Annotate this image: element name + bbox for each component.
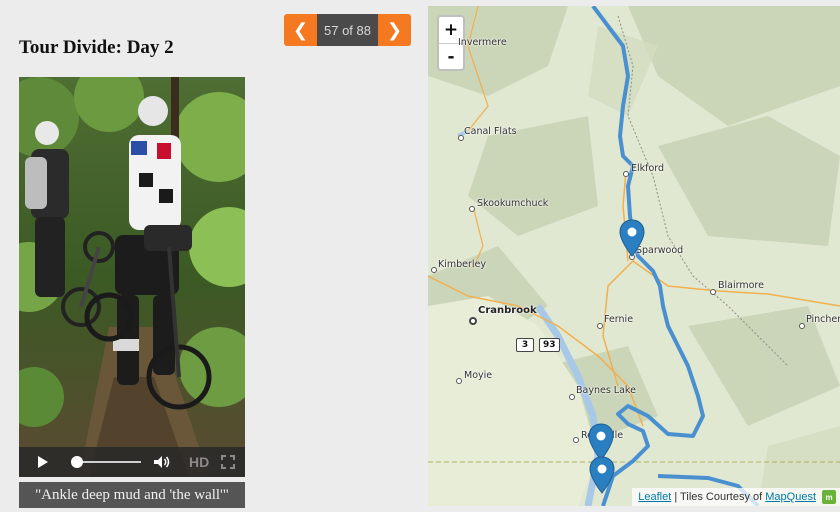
place-label: Blairmore [718,280,764,291]
pager: ❮ 57 of 88 ❯ [284,14,411,46]
page-title: Tour Divide: Day 2 [19,37,174,58]
place-dot [469,317,477,325]
video-player[interactable]: HD [19,77,245,477]
place-label: Canal Flats [464,126,517,137]
place-label: Elkford [631,163,665,174]
next-button[interactable]: ❯ [378,14,411,46]
place-dot [431,267,437,273]
place-label: Cranbrook [478,305,537,316]
mapquest-logo-icon: m [822,490,836,504]
place-dot [573,437,579,443]
place-dot [456,378,462,384]
hd-toggle[interactable]: HD [189,454,209,470]
chevron-left-icon: ❮ [292,19,309,41]
map-marker-pin-icon[interactable] [589,456,615,494]
volume-icon [154,456,170,468]
place-dot [469,206,475,212]
place-label: Pincher [806,314,840,325]
video-frame [19,77,245,477]
volume-button[interactable] [153,447,175,477]
place-dot [710,289,716,295]
previous-button[interactable]: ❮ [284,14,317,46]
fullscreen-button[interactable] [221,447,237,477]
place-dot [597,323,603,329]
place-dot [623,171,629,177]
play-button[interactable] [37,447,57,477]
place-dot [799,323,805,329]
place-label: Baynes Lake [576,385,636,396]
place-dot [569,394,575,400]
progress-knob[interactable] [71,456,83,468]
place-label: Moyie [464,370,493,381]
place-label: Fernie [604,314,634,325]
map-attribution: Leaflet | Tiles Courtesy of MapQuest m [632,488,840,506]
fullscreen-icon [221,455,236,469]
mapquest-link[interactable]: MapQuest [765,491,816,503]
leaflet-link[interactable]: Leaflet [638,491,671,503]
video-caption: "Ankle deep mud and 'the wall'" [19,482,245,508]
map[interactable]: + - Invermere Canal Flats Elkford Skooku… [428,6,840,506]
video-controls: HD [19,447,245,477]
highway-shield: 3 [516,338,534,352]
attribution-text: | Tiles Courtesy of [674,491,763,503]
place-label: Skookumchuck [477,198,549,209]
place-label: Invermere [458,37,507,48]
place-label: Kimberley [438,259,487,270]
highway-shield: 93 [539,338,560,352]
chevron-right-icon: ❯ [386,19,403,41]
play-icon [38,456,48,468]
app-root: Tour Divide: Day 2 ❮ 57 of 88 ❯ HD "Ankl… [0,0,840,512]
map-marker-pin-icon[interactable] [619,219,645,257]
video-progress-slider[interactable] [71,447,141,477]
page-counter: 57 of 88 [317,14,378,46]
